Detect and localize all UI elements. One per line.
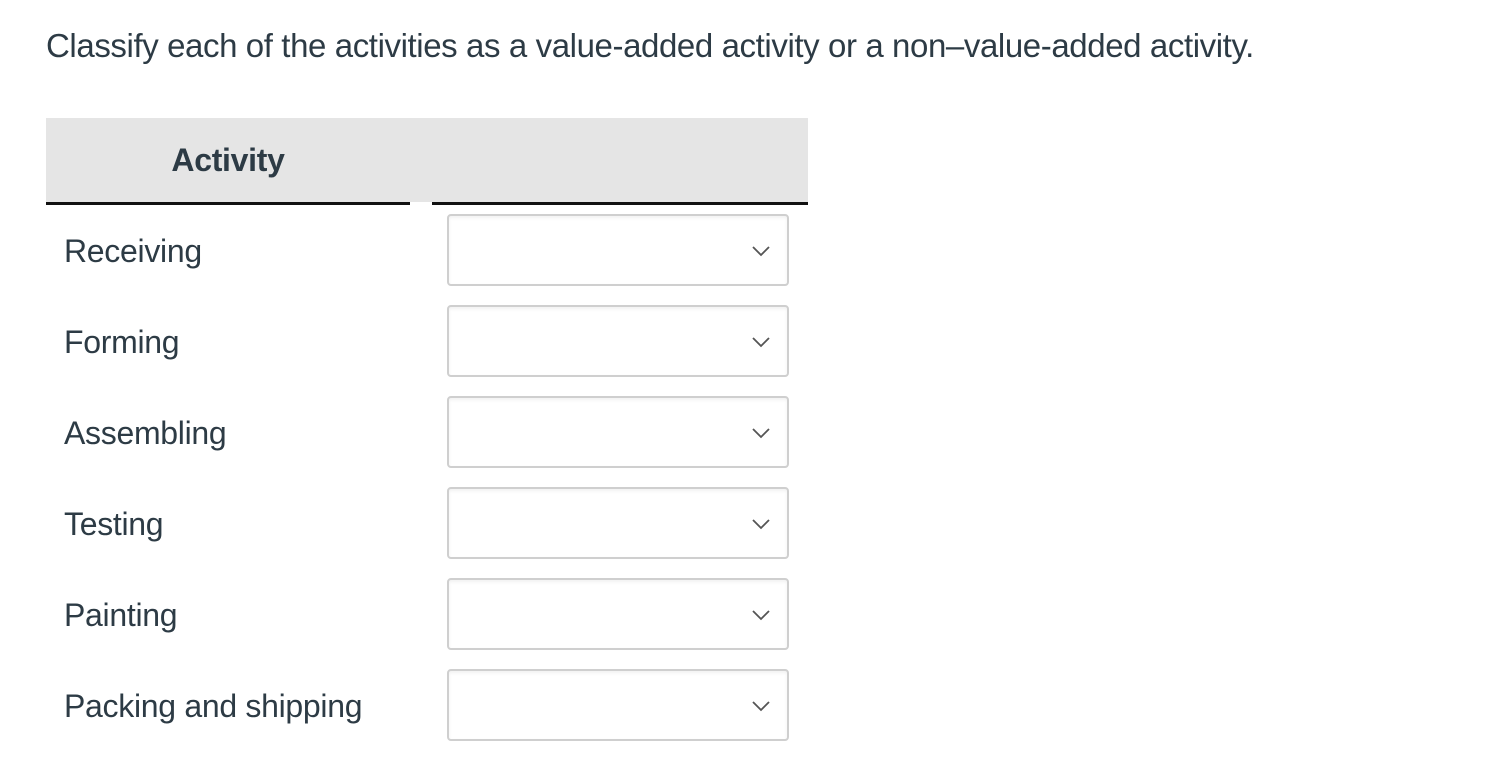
header-divider-left [46,202,410,205]
chevron-down-icon [752,246,770,257]
classification-select-painting[interactable] [447,578,789,650]
chevron-down-icon [752,337,770,348]
table-row: Painting [46,578,808,669]
table-row: Testing [46,487,808,578]
classification-select-assembling[interactable] [447,396,789,468]
table-row: Forming [46,305,808,396]
activity-label: Forming [64,324,180,360]
classification-table: Activity Receiving Forming Assembling Te… [46,118,808,741]
header-divider-right [432,202,808,205]
chevron-down-icon [752,701,770,712]
classification-select-forming[interactable] [447,305,789,377]
question-text: Classify each of the activities as a val… [46,27,1254,64]
activity-label: Painting [64,597,178,633]
table-body: Receiving Forming Assembling Testing Pai… [46,214,808,760]
activity-label: Receiving [64,233,202,269]
header-activity: Activity [171,142,285,178]
table-header: Activity [46,118,808,202]
activity-label: Assembling [64,415,227,451]
chevron-down-icon [752,519,770,530]
classification-select-testing[interactable] [447,487,789,559]
table-row: Receiving [46,214,808,305]
table-row: Assembling [46,396,808,487]
header-classification [432,118,808,202]
chevron-down-icon [752,428,770,439]
table-row: Packing and shipping [46,669,808,760]
classification-select-packing-and-shipping[interactable] [447,669,789,741]
activity-label: Testing [64,506,164,542]
activity-label: Packing and shipping [64,688,363,724]
classification-select-receiving[interactable] [447,214,789,286]
chevron-down-icon [752,610,770,621]
